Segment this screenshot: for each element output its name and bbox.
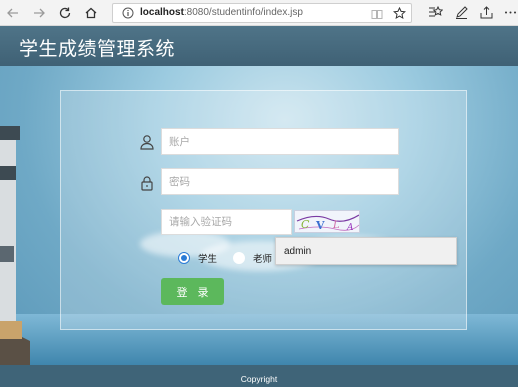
captcha-char: C: [301, 218, 310, 231]
url-path: :8080/studentinfo/index.jsp: [183, 7, 303, 18]
refresh-icon: [59, 7, 71, 19]
captcha-char: V: [315, 219, 325, 232]
captcha-image[interactable]: C V L A: [294, 210, 360, 233]
role-label-teacher: 老师: [253, 254, 273, 265]
favorites-list-icon[interactable]: [428, 5, 443, 20]
lighthouse-illustration: [0, 126, 30, 365]
captcha-char: A: [346, 223, 354, 233]
star-icon[interactable]: [393, 7, 406, 20]
copyright-text: Copyright: [240, 374, 278, 384]
home-button[interactable]: [82, 4, 100, 22]
more-icon[interactable]: [503, 5, 518, 20]
login-button[interactable]: 登录: [161, 278, 224, 305]
captcha-input[interactable]: [161, 209, 292, 235]
forward-button[interactable]: [30, 4, 48, 22]
radio-student[interactable]: [178, 252, 190, 264]
home-icon: [85, 7, 97, 19]
footer: Copyright: [0, 365, 518, 387]
reading-view-icon[interactable]: [371, 8, 383, 20]
user-icon: [140, 135, 154, 150]
autocomplete-suggestion-text: admin: [284, 246, 312, 257]
account-input[interactable]: [161, 128, 399, 155]
app-header: 学生成绩管理系统: [0, 26, 518, 66]
back-button[interactable]: [4, 4, 22, 22]
arrow-right-icon: [34, 8, 45, 18]
refresh-button[interactable]: [56, 4, 74, 22]
role-option-teacher[interactable]: 老师: [233, 250, 272, 266]
pen-icon[interactable]: [454, 5, 469, 20]
address-bar[interactable]: localhost:8080/studentinfo/index.jsp: [112, 3, 412, 23]
password-input[interactable]: [161, 168, 399, 195]
url-text: localhost:8080/studentinfo/index.jsp: [140, 7, 303, 18]
url-host: localhost: [140, 7, 184, 18]
app-title: 学生成绩管理系统: [19, 38, 176, 60]
role-option-student[interactable]: 学生: [178, 250, 217, 266]
info-icon: [122, 7, 134, 19]
radio-teacher[interactable]: [233, 252, 245, 264]
autocomplete-suggestion[interactable]: admin: [275, 237, 457, 265]
browser-toolbar: localhost:8080/studentinfo/index.jsp: [0, 0, 518, 26]
lock-icon: [141, 176, 153, 191]
role-label-student: 学生: [198, 254, 218, 265]
captcha-drawing: C V L A: [296, 214, 359, 233]
share-icon[interactable]: [479, 5, 494, 20]
captcha-char: L: [332, 220, 340, 231]
arrow-left-icon: [7, 8, 18, 18]
